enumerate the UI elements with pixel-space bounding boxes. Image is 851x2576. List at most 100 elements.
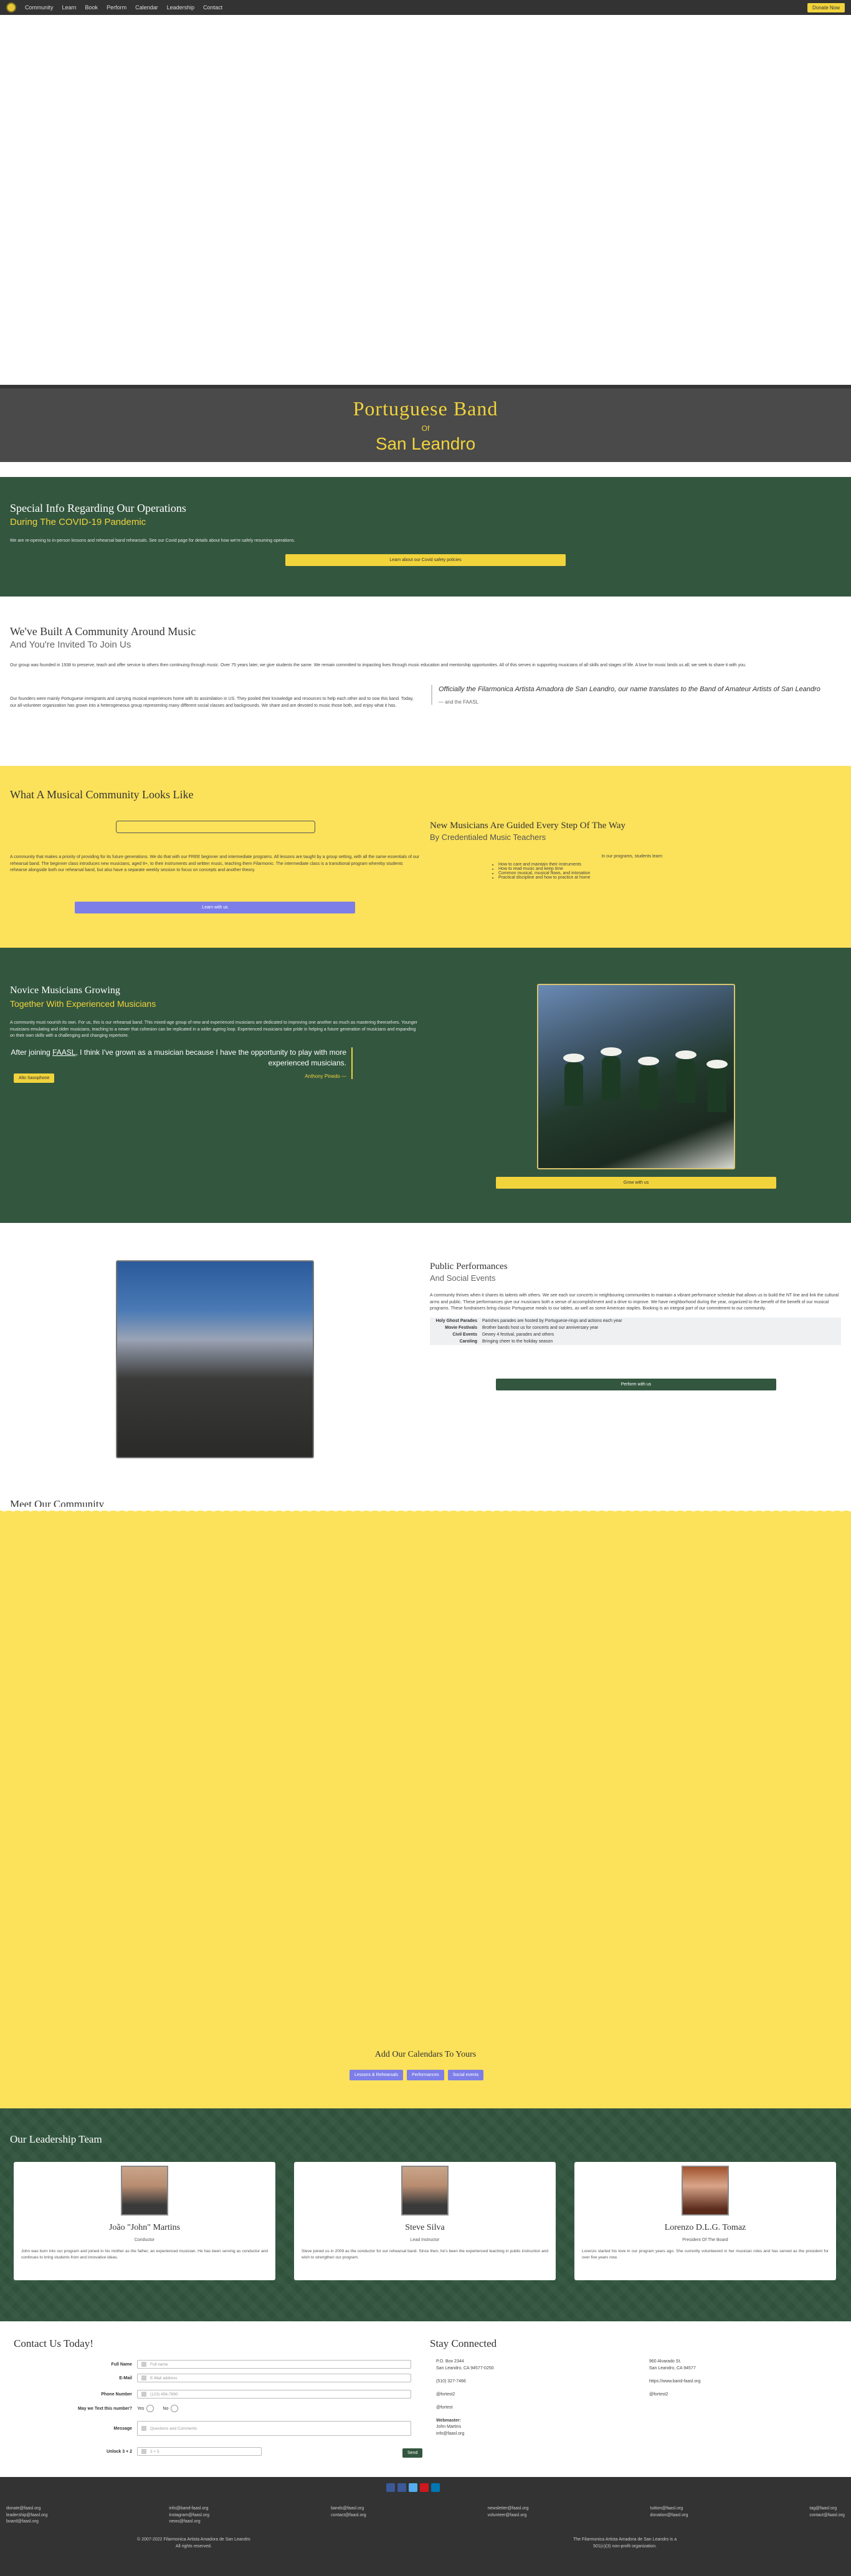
social-link[interactable]: @fortest [436, 2405, 494, 2412]
email-link[interactable]: info@faasl.org [436, 2431, 494, 2438]
footer-col: info@band-faasl.org instagram@faasl.org ne… [169, 2506, 209, 2526]
grow-with-us-button[interactable]: Grow with us [496, 1177, 776, 1189]
nav-book[interactable]: Book [85, 4, 98, 11]
footer-link[interactable]: news@faasl.org [169, 2519, 209, 2526]
photo-detail [639, 1065, 658, 1109]
testimonial-post: , I think I've grown as a musician becau… [75, 1048, 346, 1067]
copyright-line: © 2007-2022 Filarmonica Artista Amadora … [137, 2537, 250, 2542]
radio-circle [146, 2405, 155, 2412]
table-cell: Holy Ghost Parades [435, 1318, 477, 1323]
guided-block: New Musicians Are Guided Every Step Of T… [430, 821, 835, 880]
photo-detail [677, 1059, 695, 1103]
footer-link[interactable]: info@band-faasl.org [169, 2506, 209, 2512]
learn-with-us-button[interactable]: Learn with us [75, 902, 355, 913]
guided-subtitle: By Credentialed Music Teachers [430, 833, 546, 842]
calendar-performances-button[interactable]: Performances [407, 2070, 444, 2080]
leader-card: Lorenzo D.L.G. Tomaz President Of The Bo… [574, 2162, 836, 2280]
user-icon [141, 2362, 146, 2367]
table-row: Caroling Bringing cheer to the holiday se… [430, 1338, 841, 1345]
linkedin-icon[interactable] [431, 2483, 440, 2492]
mail-icon [141, 2375, 146, 2380]
message-textarea[interactable]: Questions and Comments [137, 2421, 411, 2436]
info-line: San Leandro, CA 94577 [649, 2366, 696, 2371]
donate-button[interactable]: Donate Now [807, 3, 845, 12]
nav-calendar[interactable]: Calendar [135, 4, 158, 11]
phone-icon [141, 2392, 146, 2397]
radio-label: No [163, 2406, 169, 2411]
footer-link[interactable]: donation@faasl.org [650, 2512, 688, 2519]
nav-perform[interactable]: Perform [107, 4, 126, 11]
list-item: How to care and maintain their instrumen… [498, 862, 835, 867]
video-placeholder[interactable] [116, 821, 315, 833]
input-placeholder: Questions and Comments [150, 2426, 197, 2431]
calendar-social-button[interactable]: Social events [447, 2070, 484, 2080]
form-row: Full Name Full name [75, 2360, 411, 2369]
footer-link[interactable]: newsletter@faasl.org [488, 2506, 529, 2512]
performance-photo [116, 1260, 314, 1458]
form-label: E-Mail [119, 2375, 132, 2380]
footer-link[interactable]: bands@faasl.org [331, 2506, 366, 2512]
form-row: May we Text this number? Yes No [75, 2405, 187, 2412]
leader-name: Steve Silva [405, 2223, 445, 2232]
list-item: How to read music and keep time [498, 867, 835, 871]
footer-col: donate@faasl.org leadership@faasl.org boar… [6, 2506, 47, 2526]
guided-intro: In our programs, students learn: [601, 854, 663, 859]
list-item: Practical discipline and how to practice… [498, 875, 835, 880]
info-line: P.O. Box 2344 [436, 2359, 464, 2364]
footer-link[interactable]: donate@faasl.org [6, 2506, 47, 2512]
calendar-lessons-button[interactable]: Lessons & Rehearsals [349, 2070, 404, 2080]
footer-link[interactable]: board@faasl.org [6, 2519, 47, 2526]
youtube-icon[interactable] [420, 2483, 429, 2492]
footer-link[interactable]: instagram@faasl.org [169, 2512, 209, 2519]
info-line: John Martins [436, 2425, 462, 2429]
faasl-link[interactable]: FAASL [52, 1048, 75, 1057]
captcha-input[interactable]: 3 + 5 [137, 2447, 262, 2456]
info-line [436, 2398, 494, 2405]
send-button[interactable]: Send [402, 2448, 423, 2458]
social-link[interactable]: @fortest2 [649, 2392, 701, 2399]
table-cell: Civil Events [452, 1332, 477, 1337]
footer-col: tag@faasl.org contact@faasl.org [809, 2506, 845, 2526]
footer-link[interactable]: tuition@faasl.org [650, 2506, 688, 2512]
nav-community[interactable]: Community [25, 4, 54, 11]
testimonial-author: Anthony Pinedo — [305, 1073, 346, 1079]
testimonial-quote: After joining FAASL, I think I've grown … [10, 1047, 346, 1069]
text-yes-radio[interactable]: Yes [137, 2405, 155, 2412]
full-name-input[interactable]: Full name [137, 2360, 411, 2369]
table-row: Movie Festivals Brother bands host us for… [430, 1324, 841, 1331]
footer-link[interactable]: contact@faasl.org [809, 2512, 845, 2519]
table-cell: Caroling [459, 1339, 477, 1344]
text-no-radio[interactable]: No [163, 2405, 179, 2412]
phone-link[interactable]: (510) 327-7466 [436, 2379, 494, 2385]
facebook-icon[interactable] [397, 2483, 406, 2492]
photo-detail [675, 1050, 696, 1059]
leader-card: João "John" Martins Conductor John was b… [14, 2162, 275, 2280]
email-input[interactable]: E-Mail address [137, 2374, 411, 2382]
phone-input[interactable]: (123) 456-7890 [137, 2390, 411, 2399]
twitter-icon[interactable] [409, 2483, 417, 2492]
facebook-icon[interactable] [386, 2483, 395, 2492]
avatar [401, 2166, 449, 2215]
covid-policy-button[interactable]: Learn about our Covid safety policies [285, 554, 566, 566]
nonprofit-line: 501(c)(3) non-profit organization. [593, 2544, 657, 2549]
footer-link[interactable]: contact@faasl.org [331, 2512, 366, 2519]
footer-link[interactable]: tag@faasl.org [809, 2506, 845, 2512]
website-link[interactable]: https://www.band-faasl.org [649, 2379, 701, 2385]
lock-icon [141, 2449, 146, 2454]
social-link[interactable]: @fortest2 [436, 2392, 494, 2399]
wave-divider [0, 1507, 851, 1516]
nav-leadership[interactable]: Leadership [167, 4, 195, 11]
contact-info-column: P.O. Box 2344 San Leandro, CA 94577-0250… [436, 2359, 494, 2437]
leadership-section: Our Leadership Team João "John" Martins … [0, 2108, 851, 2321]
form-label: Phone Number [101, 2392, 132, 2397]
footer-link[interactable]: leadership@faasl.org [6, 2512, 47, 2519]
public-paragraph: A community thrives when it shares its t… [430, 1293, 839, 1311]
public-block: Public Performances And Social Events A … [430, 1262, 841, 1345]
instrument-badge: Alto Saxophone [14, 1073, 55, 1083]
perform-with-us-button[interactable]: Perform with us [496, 1379, 776, 1390]
footer-link[interactable]: volunteer@faasl.org [488, 2512, 529, 2519]
nav-contact[interactable]: Contact [203, 4, 222, 11]
band-logo-icon[interactable] [6, 2, 16, 12]
nav-learn[interactable]: Learn [62, 4, 77, 11]
input-placeholder: 3 + 5 [150, 2449, 159, 2454]
